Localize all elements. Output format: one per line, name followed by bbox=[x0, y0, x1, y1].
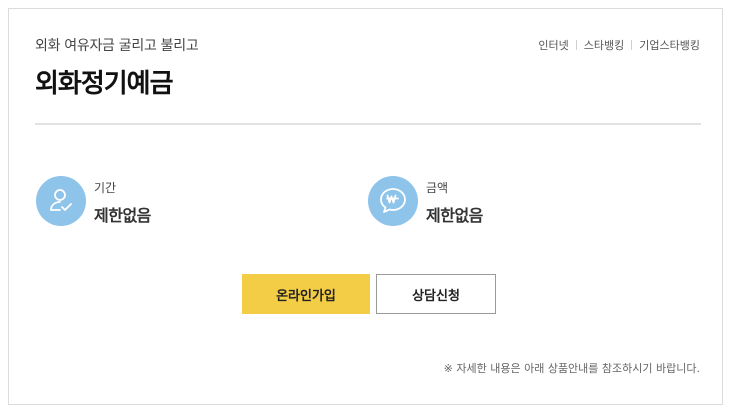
product-card: 외화 여유자금 굴리고 불리고 외화정기예금 인터넷 스타뱅킹 기업스타뱅킹 기… bbox=[8, 8, 723, 405]
period-info: 기간 제한없음 bbox=[36, 175, 151, 226]
consultation-request-button[interactable]: 상담신청 bbox=[376, 274, 496, 314]
channel-separator bbox=[575, 40, 577, 50]
person-check-icon bbox=[36, 175, 86, 226]
amount-value: 제한없음 bbox=[426, 206, 483, 225]
period-label: 기간 bbox=[94, 181, 117, 195]
online-join-button[interactable]: 온라인가입 bbox=[242, 274, 370, 314]
channel-internet: 인터넷 bbox=[538, 39, 569, 52]
amount-label: 금액 bbox=[426, 181, 449, 195]
won-speech-bubble-icon bbox=[368, 175, 418, 226]
product-title: 외화정기예금 bbox=[35, 69, 174, 99]
period-value: 제한없음 bbox=[94, 206, 151, 225]
channel-corporate-starbanking: 기업스타뱅킹 bbox=[639, 39, 700, 52]
product-subtitle: 외화 여유자금 굴리고 불리고 bbox=[35, 38, 199, 54]
amount-info: 금액 제한없음 bbox=[368, 175, 483, 226]
channel-starbanking: 스타뱅킹 bbox=[583, 39, 625, 52]
title-divider bbox=[35, 123, 701, 125]
product-notice: ※ 자세한 내용은 아래 상품안내를 참조하시기 바랍니다. bbox=[443, 362, 700, 375]
channel-list: 인터넷 스타뱅킹 기업스타뱅킹 bbox=[538, 37, 700, 53]
channel-separator bbox=[631, 40, 633, 50]
